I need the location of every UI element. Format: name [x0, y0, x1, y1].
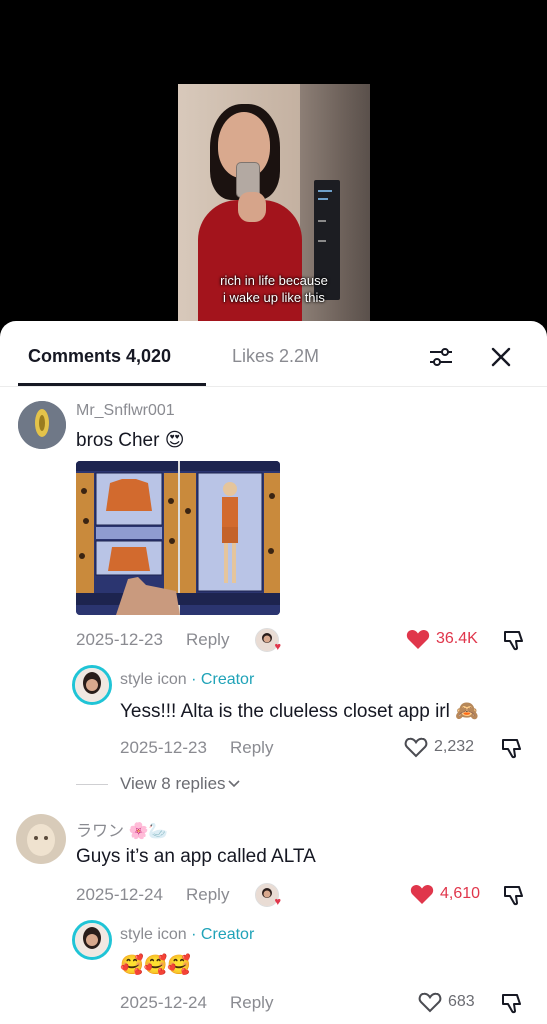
comment-date: 2025-12-23: [76, 630, 163, 649]
sheet-tabs: Comments 4,020 Likes 2.2M: [0, 321, 547, 387]
see-no-evil-emoji: 🙈: [455, 701, 479, 722]
close-icon[interactable]: [487, 343, 515, 371]
reply-text: Yess!!! Alta is the clueless closet app …: [120, 699, 479, 723]
reply-text-content: Yess!!! Alta is the clueless closet app …: [120, 701, 450, 722]
video-thumbnail[interactable]: rich in life because i wake up like this: [178, 84, 370, 330]
dislike-icon[interactable]: [502, 883, 526, 907]
comment-date: 2025-12-24: [76, 885, 163, 904]
dislike-icon[interactable]: [500, 991, 524, 1015]
divider-line: [76, 783, 108, 785]
reply-text: 🥰🥰🥰: [120, 955, 191, 976]
comment-text: bros Cher 😍: [76, 429, 185, 452]
reply-date: 2025-12-23: [120, 738, 207, 757]
heart-outline-icon: [404, 737, 428, 758]
video-hand: [238, 192, 266, 222]
like-count: 2,232: [434, 738, 475, 755]
dislike-icon[interactable]: [502, 628, 526, 652]
comment-text-content: bros Cher: [76, 430, 160, 451]
creator-badge: · Creator: [191, 671, 255, 688]
creator-badge: · Creator: [191, 926, 255, 943]
avatar[interactable]: [16, 814, 66, 864]
heart-outline-icon: [418, 992, 442, 1013]
creator-avatar[interactable]: [72, 665, 112, 705]
reply-date: 2025-12-24: [120, 993, 207, 1012]
reply-button[interactable]: Reply: [230, 738, 273, 758]
creator-liked-avatar: ♥: [255, 628, 281, 653]
reply-button[interactable]: Reply: [186, 630, 229, 650]
view-replies-button[interactable]: View 8 replies: [76, 774, 240, 794]
like-button[interactable]: 36.4K: [406, 628, 478, 650]
caption-line-2: i wake up like this: [223, 290, 325, 305]
heart-icon: ♥: [274, 641, 281, 653]
chevron-down-icon: [227, 780, 240, 788]
dislike-icon[interactable]: [500, 736, 524, 760]
heart-icon: ♥: [274, 896, 281, 908]
like-count: 36.4K: [436, 630, 478, 647]
avatar[interactable]: [18, 401, 66, 449]
reply-username[interactable]: style icon · Creator: [120, 926, 254, 944]
tab-comments[interactable]: Comments 4,020: [28, 345, 171, 367]
like-count: 4,610: [440, 885, 481, 902]
comment-text: Guys it’s an app called ALTA: [76, 846, 316, 867]
heart-eyes-emoji: 😍: [164, 430, 185, 451]
active-tab-indicator: [18, 383, 206, 386]
video-caption: rich in life because i wake up like this: [178, 272, 370, 306]
creator-avatar[interactable]: [72, 920, 112, 960]
comment-username[interactable]: ラワン 🌸🦢: [76, 817, 168, 841]
comment-username-text: ラワン: [76, 823, 125, 840]
caption-line-1: rich in life because: [220, 273, 328, 288]
tab-likes[interactable]: Likes 2.2M: [232, 345, 319, 367]
filter-icon[interactable]: [427, 343, 455, 371]
reply-button[interactable]: Reply: [186, 885, 229, 905]
username-emoji: 🌸🦢: [128, 823, 169, 840]
video-player[interactable]: rich in life because i wake up like this: [0, 0, 547, 330]
comment-image-attachment[interactable]: [76, 461, 280, 615]
view-replies-label: View 8 replies: [120, 774, 226, 793]
heart-icon: [406, 629, 430, 649]
like-button[interactable]: 4,610: [410, 883, 480, 905]
reply-username-text: style icon: [120, 926, 187, 943]
like-count: 683: [448, 993, 475, 1010]
comments-sheet: Comments 4,020 Likes 2.2M Mr_Snflwr001 b: [0, 321, 547, 1024]
comment-username[interactable]: Mr_Snflwr001: [76, 402, 175, 420]
reply-username-text: style icon: [120, 671, 187, 688]
creator-liked-avatar: ♥: [255, 883, 281, 908]
reply-username[interactable]: style icon · Creator: [120, 671, 254, 689]
like-button[interactable]: 2,232: [404, 736, 474, 758]
heart-icon: [410, 884, 434, 904]
reply-button[interactable]: Reply: [230, 993, 273, 1013]
like-button[interactable]: 683: [418, 991, 475, 1013]
